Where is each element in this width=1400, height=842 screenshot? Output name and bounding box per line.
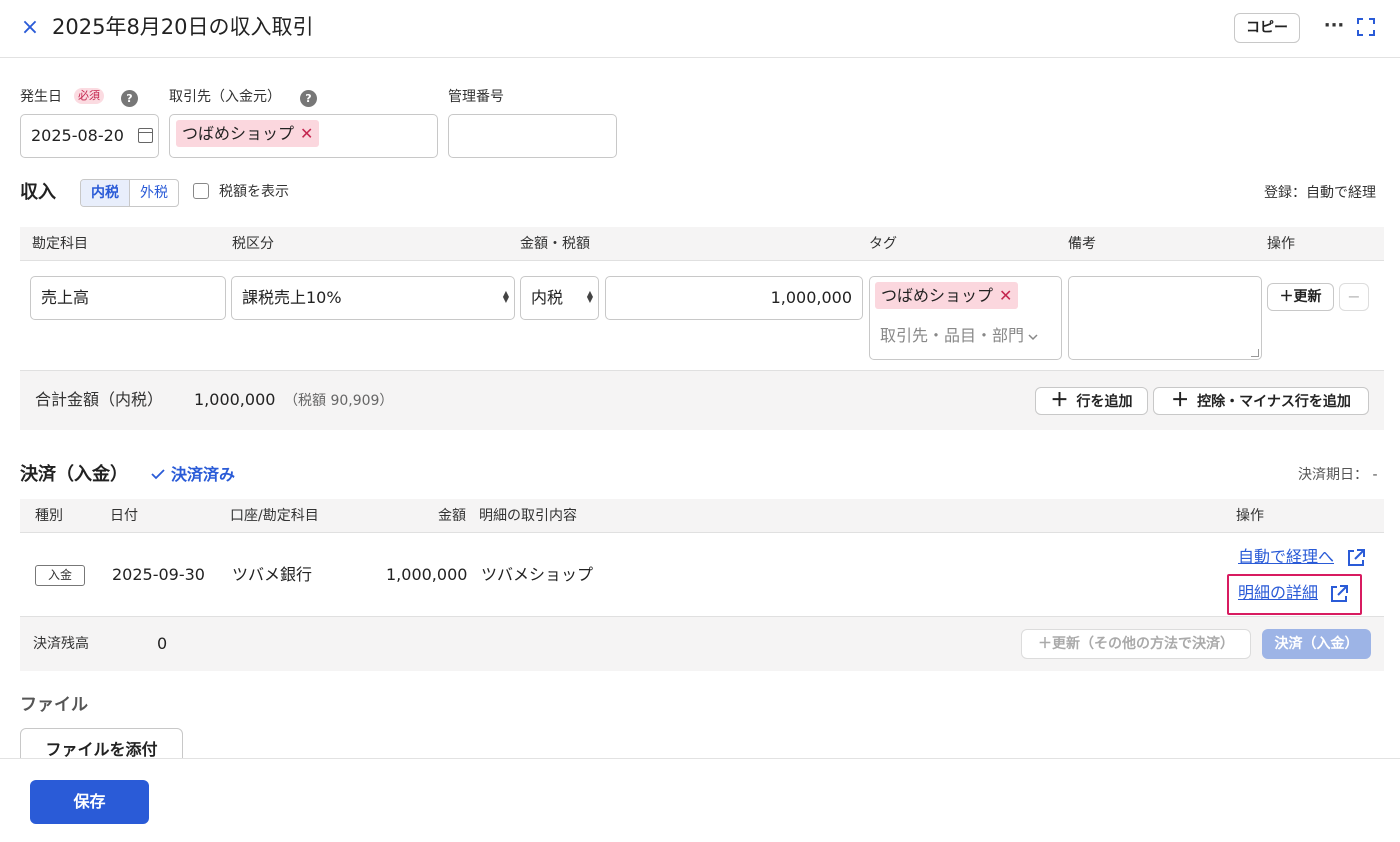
remove-row-button[interactable]: −	[1339, 283, 1369, 311]
tax-type-select[interactable]: 内税 ▲ ▼	[520, 276, 599, 320]
tax-mode-exclusive[interactable]: 外税	[130, 180, 178, 206]
tag-chip: つばめショップ ✕	[875, 282, 1019, 309]
tag-chip-label: つばめショップ	[881, 286, 994, 305]
tag-placeholder: 取引先・品目・部門	[880, 325, 1039, 347]
col-note: 備考	[1068, 236, 1096, 252]
col-tag: タグ	[869, 236, 897, 252]
due-date-note: 決済期日： -	[1298, 467, 1378, 483]
date-label: 発生日	[20, 89, 62, 105]
settled-status: 決済済み	[150, 464, 235, 486]
add-minus-row-label: 控除・マイナス行を追加	[1197, 394, 1351, 410]
settled-label: 決済済み	[171, 465, 236, 484]
total-label: 合計金額（内税）	[35, 390, 164, 409]
registration-note: 登録：自動で経理	[1264, 185, 1376, 201]
col-tax-category: 税区分	[232, 236, 274, 252]
help-icon[interactable]: ?	[121, 90, 138, 107]
tax-mode-toggle[interactable]: 内税 外税	[80, 179, 179, 207]
income-totals-bar: 合計金額（内税） 1,000,000 （税額 90,909） ＋ 行を追加 ＋ 控除…	[20, 370, 1384, 430]
income-title: 収入	[20, 182, 56, 203]
payment-amount: 1,000,000	[386, 565, 468, 584]
tax-type-value: 内税	[531, 288, 564, 307]
total-tax-note: （税額 90,909）	[284, 393, 394, 409]
row-update-button[interactable]: ＋更新	[1267, 283, 1334, 311]
chevron-down-icon	[1028, 333, 1038, 340]
auto-accounting-link[interactable]: 自動で経理へ	[1238, 546, 1334, 568]
col-account: 勘定科目	[32, 236, 88, 252]
account-input[interactable]: 売上高	[30, 276, 226, 320]
amount-input[interactable]: 1,000,000	[605, 276, 863, 320]
partner-chip-label: つばめショップ	[182, 124, 295, 143]
payment-table-header: 種別 日付 口座/勘定科目 金額 明細の取引内容 操作	[20, 499, 1384, 533]
payment-description: ツバメショップ	[481, 565, 594, 584]
highlight-box	[1227, 574, 1362, 615]
income-table-header: 勘定科目 税区分 金額・税額 タグ 備考 操作	[20, 227, 1384, 261]
payment-date: 2025-09-30	[112, 565, 205, 584]
header-bar: × 2025年8月20日の収入取引 コピー ···	[0, 0, 1400, 58]
select-arrows-icon: ▲ ▼	[586, 289, 593, 304]
payment-type-badge: 入金	[35, 565, 85, 586]
col-actions: 操作	[1236, 508, 1264, 524]
col-actions: 操作	[1267, 236, 1295, 252]
footer-bar: 保存	[0, 758, 1400, 842]
tag-input[interactable]: つばめショップ ✕ 取引先・品目・部門	[869, 276, 1062, 360]
pay-button[interactable]: 決済（入金）	[1262, 629, 1371, 659]
mgmt-number-label: 管理番号	[448, 89, 504, 105]
save-button[interactable]: 保存	[30, 780, 149, 824]
check-icon	[151, 469, 165, 480]
balance-bar: 決済残高 0 ＋更新（その他の方法で決済） 決済（入金）	[20, 617, 1384, 671]
total-value: 1,000,000	[194, 390, 276, 409]
col-amount: 金額	[438, 508, 466, 524]
balance-label: 決済残高	[33, 636, 89, 652]
chip-remove-icon[interactable]: ✕	[999, 286, 1012, 305]
col-amount: 金額・税額	[520, 236, 590, 252]
col-description: 明細の取引内容	[479, 508, 577, 524]
date-value: 2025-08-20	[31, 126, 124, 145]
more-options-icon[interactable]: ···	[1322, 14, 1346, 42]
balance-value: 0	[157, 634, 168, 653]
note-textarea[interactable]	[1068, 276, 1262, 360]
expand-icon[interactable]	[1356, 17, 1376, 37]
add-row-label: 行を追加	[1076, 394, 1133, 410]
add-minus-row-button[interactable]: ＋ 控除・マイナス行を追加	[1153, 387, 1369, 415]
add-row-button[interactable]: ＋ 行を追加	[1035, 387, 1148, 415]
date-input[interactable]: 2025-08-20	[20, 114, 159, 158]
tax-category-value: 課税売上10%	[242, 288, 342, 307]
payment-title: 決済（入金）	[20, 464, 128, 485]
mgmt-number-input[interactable]	[448, 114, 617, 158]
partner-label: 取引先（入金元）	[169, 89, 281, 105]
help-icon[interactable]: ?	[300, 90, 317, 107]
external-link-icon[interactable]	[1346, 548, 1366, 568]
files-title: ファイル	[20, 695, 88, 715]
tax-category-select[interactable]: 課税売上10% ▲ ▼	[231, 276, 515, 320]
resize-handle-icon[interactable]	[1251, 349, 1259, 357]
partner-chip: つばめショップ ✕	[176, 120, 320, 147]
show-tax-checkbox[interactable]	[193, 183, 209, 199]
plus-icon: ＋	[1050, 390, 1069, 411]
close-icon[interactable]: ×	[18, 14, 42, 42]
col-date: 日付	[110, 508, 138, 524]
required-badge: 必須	[74, 88, 104, 104]
plus-icon: ＋	[1171, 390, 1190, 411]
update-other-method-button[interactable]: ＋更新（その他の方法で決済）	[1021, 629, 1251, 659]
chip-remove-icon[interactable]: ✕	[300, 124, 313, 143]
tax-mode-inclusive[interactable]: 内税	[81, 180, 130, 206]
copy-button[interactable]: コピー	[1234, 13, 1300, 43]
select-arrows-icon: ▲ ▼	[502, 289, 509, 304]
payment-account: ツバメ銀行	[232, 565, 313, 584]
partner-input[interactable]: つばめショップ ✕	[169, 114, 438, 158]
col-account: 口座/勘定科目	[230, 508, 319, 524]
show-tax-label: 税額を表示	[219, 184, 289, 200]
col-type: 種別	[35, 508, 63, 524]
calendar-icon[interactable]	[138, 128, 153, 143]
page-title: 2025年8月20日の収入取引	[52, 15, 314, 39]
